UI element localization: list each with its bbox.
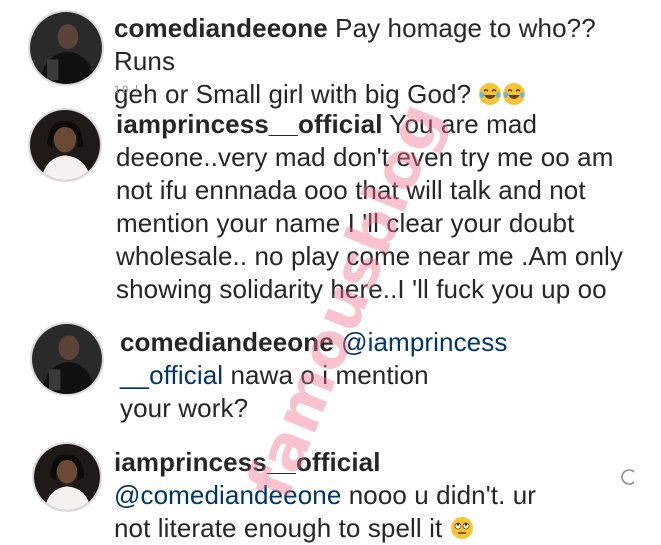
avatar[interactable] [28, 10, 104, 86]
username[interactable]: comediandeeone [120, 327, 334, 357]
laughing-tears-emoji-icon [479, 83, 502, 105]
comment-body-line6: showing solidarity here..I 'll fuck you … [116, 274, 607, 304]
comment-body-line2: your work? [120, 393, 249, 423]
mention-link-continued[interactable]: __official [120, 360, 223, 390]
mention-link[interactable]: @iamprincess [341, 327, 507, 357]
user-photo-icon [30, 12, 102, 84]
comment-body-line2: not literate enough to spell it [114, 513, 450, 543]
comment-body-line2: deeone..very mad don't even try me oo am [116, 142, 614, 172]
comment-body-line1: You are mad [389, 109, 538, 139]
comment-text: iamprincess__official @comediandeeone no… [114, 446, 654, 545]
rolling-eyes-emoji-icon [450, 517, 473, 539]
user-photo-icon [34, 444, 100, 510]
comment-body-line2: geh or Small girl with big God? [114, 79, 479, 109]
username[interactable]: comediandeeone [114, 13, 328, 43]
user-photo-icon [30, 110, 100, 180]
avatar[interactable] [30, 322, 104, 396]
username[interactable]: iamprincess__official [116, 109, 383, 139]
comment-body-line1: nooo u didn't. ur [341, 480, 537, 510]
comment-meta: 10 l [114, 84, 140, 96]
comment-text: comediandeeone @iamprincess __official n… [120, 326, 655, 425]
username[interactable]: iamprincess__official [114, 447, 381, 477]
comment-body-line4: mention your name I 'll clear your doubt [116, 208, 575, 238]
comment-text: comediandeeone Pay homage to who?? Runs … [114, 12, 654, 111]
user-photo-icon [32, 324, 102, 394]
loading-spinner-icon [621, 469, 635, 485]
comment-body-line5: wholesale.. no play come near me .Am onl… [116, 241, 624, 271]
laughing-tears-emoji-icon [503, 83, 526, 105]
avatar[interactable] [32, 442, 102, 512]
comment-body-line1: nawa o i mention [223, 360, 429, 390]
mention-link[interactable]: @comediandeeone [114, 480, 341, 510]
comment-body-line3: not ifu ennnada ooo that will talk and n… [116, 175, 586, 205]
avatar[interactable] [28, 108, 102, 182]
comment-text: iamprincess__official You are mad deeone… [116, 108, 661, 306]
